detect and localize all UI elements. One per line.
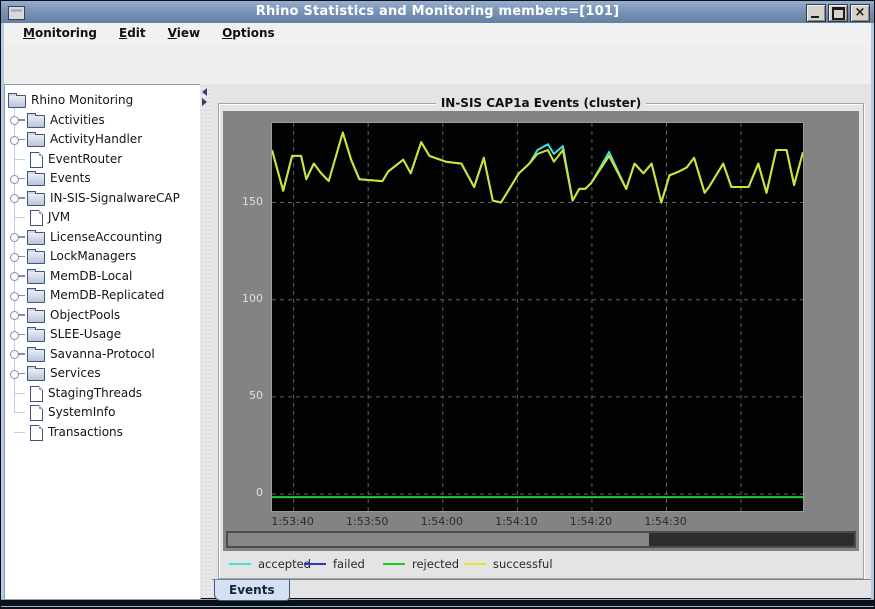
expand-handle-icon[interactable]: [10, 136, 19, 145]
menu-options[interactable]: Options: [211, 23, 286, 44]
tree-item-activities[interactable]: Activities: [5, 111, 200, 131]
menu-bar: MonitoringEditViewOptions: [4, 23, 871, 45]
tree-item-activityhandler[interactable]: ActivityHandler: [5, 130, 200, 150]
expand-handle-icon[interactable]: [10, 233, 19, 242]
toolbar: ✳ + 1 minute −: [4, 44, 871, 85]
expand-handle-icon[interactable]: [10, 331, 19, 340]
split-divider[interactable]: [200, 84, 212, 598]
x-tick-label: 1:53:50: [335, 515, 399, 528]
tree-item-transactions[interactable]: Transactions: [5, 423, 200, 443]
expand-handle-icon[interactable]: [10, 350, 19, 359]
events-chart: 0 50 100 150 1:53:40 1:53:50 1:54:00 1:54:10 1:…: [223, 111, 859, 551]
legend-swatch-failed: [304, 563, 326, 565]
collapse-right-icon[interactable]: [202, 98, 207, 106]
minimize-button[interactable]: [806, 4, 826, 22]
menu-view[interactable]: View: [157, 23, 211, 44]
time-range-scrollbar[interactable]: [226, 531, 856, 548]
document-icon: [30, 405, 43, 421]
series-successful: [272, 133, 803, 203]
close-icon: ×: [855, 6, 866, 20]
window-title: Rhino Statistics and Monitoring members=…: [1, 4, 874, 19]
expand-handle-icon[interactable]: [10, 175, 19, 184]
x-tick-label: 1:54:20: [559, 515, 623, 528]
folder-icon: [27, 173, 45, 186]
collapse-left-icon[interactable]: [202, 88, 207, 96]
tree-item-in-sis-signalwarecap[interactable]: IN-SIS-SignalwareCAP: [5, 189, 200, 209]
expand-handle-icon[interactable]: [10, 116, 19, 125]
folder-icon: [27, 290, 45, 303]
tree-item-objectpools[interactable]: ObjectPools: [5, 306, 200, 326]
expand-handle-icon[interactable]: [10, 253, 19, 262]
y-tick-label: 50: [223, 389, 263, 402]
expand-handle-icon[interactable]: [10, 370, 19, 379]
maximize-icon: [832, 7, 845, 20]
tree-item-lockmanagers[interactable]: LockManagers: [5, 247, 200, 267]
document-icon: [30, 152, 43, 168]
folder-icon: [27, 310, 45, 323]
tree-item-systeminfo[interactable]: SystemInfo: [5, 403, 200, 423]
tree-item-savanna-protocol[interactable]: Savanna-Protocol: [5, 345, 200, 365]
window-frame-right: [871, 23, 874, 599]
chart-legend: acceptedfailed rejectedsuccessful: [219, 553, 863, 575]
tab-bar: Events: [212, 579, 871, 599]
minimize-icon: [811, 16, 819, 18]
folder-icon: [27, 368, 45, 381]
folder-icon: [27, 134, 45, 147]
y-tick-label: 0: [223, 486, 263, 499]
series-accepted: [272, 133, 803, 203]
tree-item-memdb-local[interactable]: MemDB-Local: [5, 267, 200, 287]
chart-area-panel: IN-SIS CAP1a Events (cluster) 0 50 100 150 …: [212, 84, 871, 598]
tab-events[interactable]: Events: [214, 580, 290, 601]
monitoring-tree: Rhino MonitoringActivitiesActivityHandle…: [4, 84, 201, 600]
folder-icon: [27, 193, 45, 206]
y-tick-label: 100: [223, 292, 263, 305]
document-icon: [30, 425, 43, 441]
tree-item-memdb-replicated[interactable]: MemDB-Replicated: [5, 286, 200, 306]
app-window: Rhino Statistics and Monitoring members=…: [0, 0, 875, 609]
folder-icon: [27, 115, 45, 128]
tree-item-licenseaccounting[interactable]: LicenseAccounting: [5, 228, 200, 248]
menu-monitoring[interactable]: Monitoring: [12, 23, 108, 44]
folder-icon: [27, 349, 45, 362]
legend-swatch-accepted: [229, 563, 251, 565]
x-tick-label: 1:54:30: [634, 515, 698, 528]
x-tick-label: 1:54:10: [484, 515, 548, 528]
chart-panel-title: IN-SIS CAP1a Events (cluster): [436, 96, 646, 110]
legend-item-rejected: rejected: [383, 553, 459, 575]
chart-plot: [271, 122, 804, 512]
chart-group-border: IN-SIS CAP1a Events (cluster) 050100150 …: [218, 103, 864, 579]
legend-swatch-rejected: [383, 563, 405, 565]
tree-item-jvm[interactable]: JVM: [5, 208, 200, 228]
time-range-thumb[interactable]: [649, 533, 854, 546]
tree-item-eventrouter[interactable]: EventRouter: [5, 150, 200, 170]
folder-icon: [27, 251, 45, 264]
close-button[interactable]: ×: [850, 4, 870, 22]
tree-item-slee-usage[interactable]: SLEE-Usage: [5, 325, 200, 345]
legend-item-accepted: accepted: [229, 553, 311, 575]
tree-item-rhino monitoring[interactable]: Rhino Monitoring: [5, 91, 200, 111]
maximize-button[interactable]: [828, 4, 848, 22]
x-tick-label: 1:54:00: [410, 515, 474, 528]
window-frame-bottom-line: [1, 606, 874, 607]
legend-item-failed: failed: [304, 553, 365, 575]
x-tick-label: 1:53:40: [261, 515, 325, 528]
folder-icon: [27, 271, 45, 284]
expand-handle-icon[interactable]: [10, 292, 19, 301]
expand-handle-icon[interactable]: [10, 311, 19, 320]
expand-handle-icon[interactable]: [10, 272, 19, 281]
document-icon: [30, 210, 43, 226]
folder-icon: [27, 329, 45, 342]
tree-item-services[interactable]: Services: [5, 364, 200, 384]
folder-icon: [27, 232, 45, 245]
document-icon: [30, 386, 43, 402]
y-tick-label: 150: [223, 195, 263, 208]
folder-icon: [8, 95, 26, 108]
legend-item-successful: successful: [464, 553, 553, 575]
menu-edit[interactable]: Edit: [108, 23, 157, 44]
tree-item-events[interactable]: Events: [5, 169, 200, 189]
title-bar[interactable]: Rhino Statistics and Monitoring members=…: [1, 1, 874, 24]
expand-handle-icon[interactable]: [10, 194, 19, 203]
tree-item-stagingthreads[interactable]: StagingThreads: [5, 384, 200, 404]
legend-swatch-successful: [464, 563, 486, 565]
